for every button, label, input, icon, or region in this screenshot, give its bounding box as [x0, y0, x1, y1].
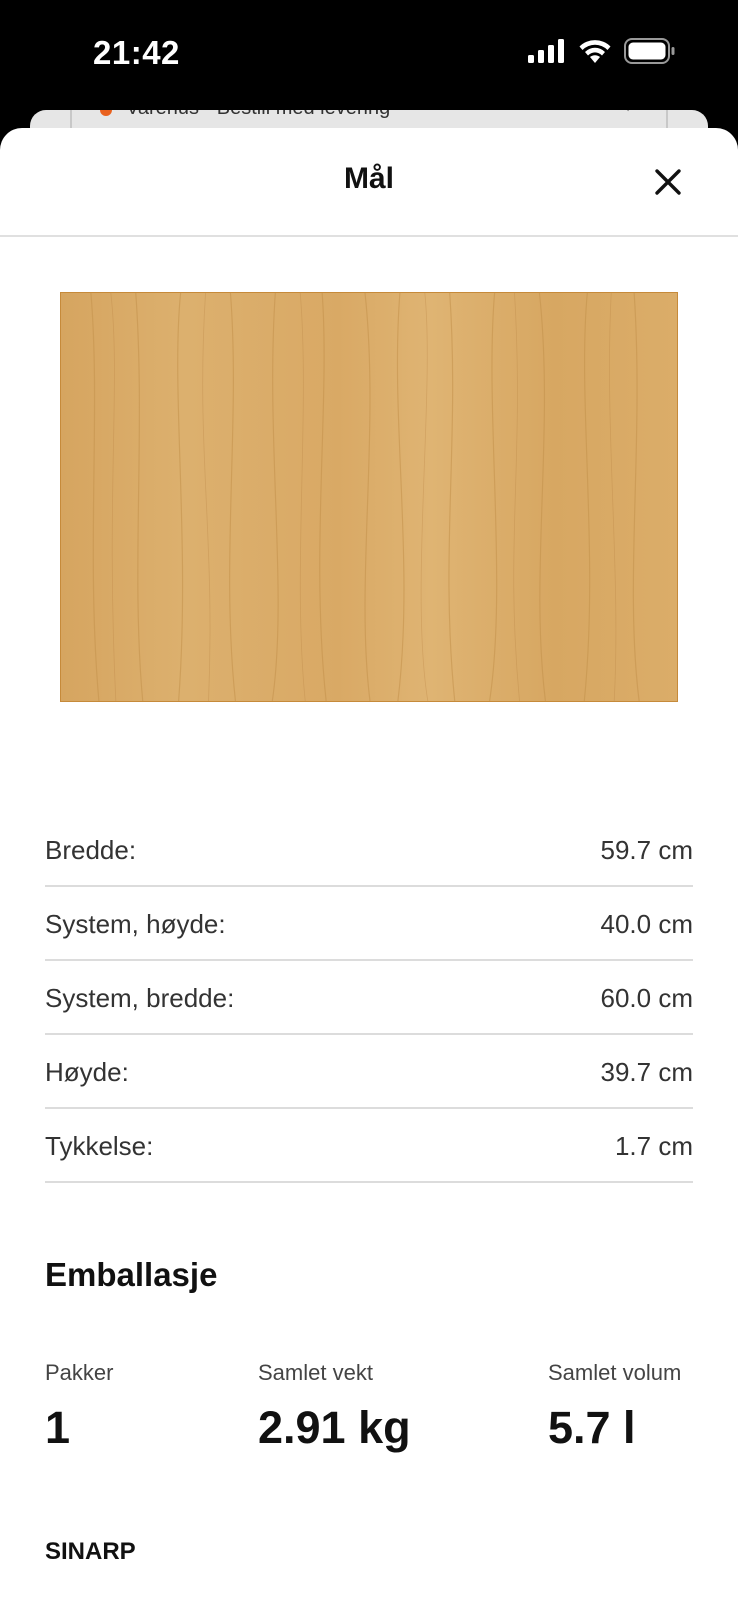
signal-icon [528, 39, 564, 63]
product-name: SINARP [45, 1538, 136, 1565]
close-icon [655, 169, 681, 195]
total-volume-label: Samlet volum [548, 1360, 682, 1385]
dimension-value: 1.7 cm [614, 1130, 693, 1161]
packages-label: Pakker [45, 1360, 114, 1385]
background-store-text: Varehus - Bestill med levering [126, 110, 390, 120]
dimension-label: Bredde: [45, 834, 137, 865]
wifi-icon [579, 40, 611, 63]
dimension-value: 60.0 cm [600, 982, 694, 1013]
close-button[interactable] [646, 160, 690, 204]
chevron-down-icon: ▼ [620, 110, 636, 116]
dimension-value: 40.0 cm [600, 908, 694, 939]
dimension-row-system-height: System, høyde: 40.0 cm [45, 887, 693, 961]
dimension-label: Tykkelse: [45, 1130, 154, 1161]
dimensions-list: Bredde: 59.7 cm System, høyde: 40.0 cm S… [45, 813, 693, 1183]
dimensions-sheet: Mål Bredde: 59.7 cm System, høyde: 40.0 … [0, 128, 738, 1600]
dimension-label: System, høyde: [45, 908, 226, 939]
dimension-row-width: Bredde: 59.7 cm [45, 813, 693, 887]
battery-icon [624, 38, 675, 64]
sheet-title: Mål [343, 162, 394, 195]
total-weight-stat: Samlet vekt 2.91 kg [258, 1360, 411, 1454]
dimension-label: Høyde: [45, 1056, 129, 1087]
sheet-header: Mål [0, 128, 738, 237]
packaging-title: Emballasje [45, 1256, 218, 1293]
total-weight-label: Samlet vekt [258, 1360, 373, 1385]
status-bar: 21:42 [0, 0, 738, 110]
total-volume-stat: Samlet volum 5.7 l [548, 1360, 681, 1454]
dimension-value: 59.7 cm [600, 834, 694, 865]
total-weight-value: 2.91 kg [258, 1402, 411, 1453]
dimension-row-height: Høyde: 39.7 cm [45, 1035, 693, 1109]
dimension-row-thickness: Tykkelse: 1.7 cm [45, 1109, 693, 1183]
status-icons [528, 38, 676, 64]
product-image [60, 292, 678, 702]
status-dot-icon [100, 110, 112, 116]
packages-stat: Pakker 1 [45, 1360, 113, 1454]
dimension-row-system-width: System, bredde: 60.0 cm [45, 961, 693, 1035]
total-volume-value: 5.7 l [548, 1402, 636, 1453]
dimension-value: 39.7 cm [600, 1056, 694, 1087]
status-time: 21:42 [93, 34, 180, 71]
dimension-label: System, bredde: [45, 982, 235, 1013]
packages-value: 1 [45, 1402, 71, 1453]
